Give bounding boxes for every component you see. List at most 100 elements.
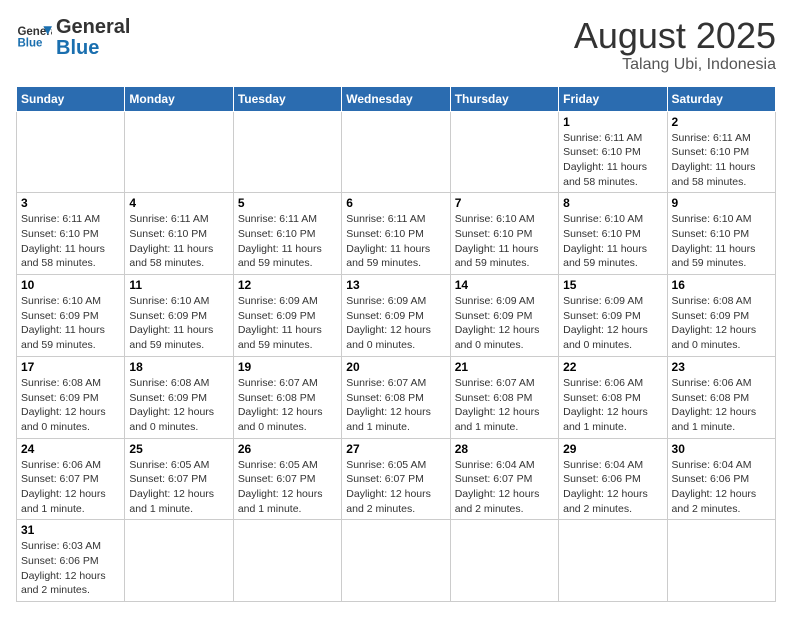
day-number: 26 (238, 442, 337, 456)
calendar-cell: 7 Sunrise: 6:10 AMSunset: 6:10 PMDaylight… (450, 193, 558, 275)
day-info: Sunrise: 6:08 AMSunset: 6:09 PMDaylight:… (129, 376, 228, 435)
calendar-cell: 1 Sunrise: 6:11 AMSunset: 6:10 PMDaylight… (559, 111, 667, 193)
calendar-cell (450, 111, 558, 193)
day-number: 11 (129, 278, 228, 292)
calendar-cell (125, 520, 233, 602)
logo-blue: Blue (56, 38, 130, 58)
day-info: Sunrise: 6:10 AMSunset: 6:10 PMDaylight:… (672, 212, 771, 271)
day-number: 19 (238, 360, 337, 374)
day-info: Sunrise: 6:09 AMSunset: 6:09 PMDaylight:… (346, 294, 445, 353)
logo: General Blue General Blue (16, 16, 130, 58)
calendar-cell: 29Sunrise: 6:04 AMSunset: 6:06 PMDayligh… (559, 438, 667, 520)
day-info: Sunrise: 6:06 AMSunset: 6:08 PMDaylight:… (672, 376, 771, 435)
logo-general: General (56, 16, 130, 38)
calendar-cell: 19Sunrise: 6:07 AMSunset: 6:08 PMDayligh… (233, 356, 341, 438)
day-number: 31 (21, 523, 120, 537)
weekday-header-row: SundayMondayTuesdayWednesdayThursdayFrid… (17, 86, 776, 111)
day-info: Sunrise: 6:09 AMSunset: 6:09 PMDaylight:… (563, 294, 662, 353)
calendar-body: 1 Sunrise: 6:11 AMSunset: 6:10 PMDaylight… (17, 111, 776, 602)
calendar-cell: 15 Sunrise: 6:09 AMSunset: 6:09 PMDayligh… (559, 275, 667, 357)
day-info: Sunrise: 6:11 AMSunset: 6:10 PMDaylight:… (21, 212, 120, 271)
day-info: Sunrise: 6:11 AMSunset: 6:10 PMDaylight:… (238, 212, 337, 271)
calendar-cell: 3 Sunrise: 6:11 AMSunset: 6:10 PMDaylight… (17, 193, 125, 275)
calendar-cell (233, 520, 341, 602)
day-info: Sunrise: 6:03 AMSunset: 6:06 PMDaylight:… (21, 539, 120, 598)
day-number: 9 (672, 196, 771, 210)
day-number: 18 (129, 360, 228, 374)
calendar-week-row: 3 Sunrise: 6:11 AMSunset: 6:10 PMDaylight… (17, 193, 776, 275)
day-info: Sunrise: 6:11 AMSunset: 6:10 PMDaylight:… (129, 212, 228, 271)
day-info: Sunrise: 6:11 AMSunset: 6:10 PMDaylight:… (563, 131, 662, 190)
calendar-cell: 6Sunrise: 6:11 AMSunset: 6:10 PMDaylight… (342, 193, 450, 275)
title-area: August 2025 Talang Ubi, Indonesia (574, 16, 776, 74)
weekday-header-sunday: Sunday (17, 86, 125, 111)
day-number: 4 (129, 196, 228, 210)
calendar-week-row: 24Sunrise: 6:06 AMSunset: 6:07 PMDayligh… (17, 438, 776, 520)
calendar-cell: 23Sunrise: 6:06 AMSunset: 6:08 PMDayligh… (667, 356, 775, 438)
calendar-cell: 2Sunrise: 6:11 AMSunset: 6:10 PMDaylight… (667, 111, 775, 193)
day-info: Sunrise: 6:05 AMSunset: 6:07 PMDaylight:… (129, 458, 228, 517)
calendar-cell: 9 Sunrise: 6:10 AMSunset: 6:10 PMDaylight… (667, 193, 775, 275)
day-number: 7 (455, 196, 554, 210)
location-subtitle: Talang Ubi, Indonesia (574, 56, 776, 74)
calendar-cell: 14Sunrise: 6:09 AMSunset: 6:09 PMDayligh… (450, 275, 558, 357)
day-number: 1 (563, 115, 662, 129)
calendar-cell: 27Sunrise: 6:05 AMSunset: 6:07 PMDayligh… (342, 438, 450, 520)
day-number: 16 (672, 278, 771, 292)
day-number: 3 (21, 196, 120, 210)
calendar-week-row: 10 Sunrise: 6:10 AMSunset: 6:09 PMDayligh… (17, 275, 776, 357)
svg-text:Blue: Blue (17, 37, 43, 49)
day-info: Sunrise: 6:04 AMSunset: 6:06 PMDaylight:… (672, 458, 771, 517)
calendar-cell: 26 Sunrise: 6:05 AMSunset: 6:07 PMDayligh… (233, 438, 341, 520)
calendar-cell (17, 111, 125, 193)
day-number: 29 (563, 442, 662, 456)
day-info: Sunrise: 6:09 AMSunset: 6:09 PMDaylight:… (238, 294, 337, 353)
calendar-cell: 20 Sunrise: 6:07 AMSunset: 6:08 PMDayligh… (342, 356, 450, 438)
day-info: Sunrise: 6:07 AMSunset: 6:08 PMDaylight:… (455, 376, 554, 435)
calendar-week-row: 17 Sunrise: 6:08 AMSunset: 6:09 PMDayligh… (17, 356, 776, 438)
day-info: Sunrise: 6:05 AMSunset: 6:07 PMDaylight:… (346, 458, 445, 517)
day-number: 14 (455, 278, 554, 292)
day-info: Sunrise: 6:10 AMSunset: 6:10 PMDaylight:… (455, 212, 554, 271)
day-number: 21 (455, 360, 554, 374)
calendar-cell (233, 111, 341, 193)
day-info: Sunrise: 6:07 AMSunset: 6:08 PMDaylight:… (346, 376, 445, 435)
calendar-cell: 16 Sunrise: 6:08 AMSunset: 6:09 PMDayligh… (667, 275, 775, 357)
calendar-cell (559, 520, 667, 602)
day-number: 25 (129, 442, 228, 456)
day-number: 30 (672, 442, 771, 456)
calendar-cell: 13Sunrise: 6:09 AMSunset: 6:09 PMDayligh… (342, 275, 450, 357)
day-number: 12 (238, 278, 337, 292)
calendar-cell (342, 520, 450, 602)
day-number: 22 (563, 360, 662, 374)
calendar-week-row: 1 Sunrise: 6:11 AMSunset: 6:10 PMDaylight… (17, 111, 776, 193)
calendar-cell: 22 Sunrise: 6:06 AMSunset: 6:08 PMDayligh… (559, 356, 667, 438)
day-number: 15 (563, 278, 662, 292)
month-year-title: August 2025 (574, 16, 776, 56)
day-info: Sunrise: 6:10 AMSunset: 6:10 PMDaylight:… (563, 212, 662, 271)
day-info: Sunrise: 6:08 AMSunset: 6:09 PMDaylight:… (672, 294, 771, 353)
day-number: 28 (455, 442, 554, 456)
weekday-header-saturday: Saturday (667, 86, 775, 111)
weekday-header-wednesday: Wednesday (342, 86, 450, 111)
calendar-cell: 17Sunrise: 6:08 AMSunset: 6:09 PMDayligh… (17, 356, 125, 438)
day-number: 8 (563, 196, 662, 210)
calendar-table: SundayMondayTuesdayWednesdayThursdayFrid… (16, 86, 776, 603)
day-info: Sunrise: 6:10 AMSunset: 6:09 PMDaylight:… (21, 294, 120, 353)
day-number: 10 (21, 278, 120, 292)
calendar-cell: 24Sunrise: 6:06 AMSunset: 6:07 PMDayligh… (17, 438, 125, 520)
calendar-cell (667, 520, 775, 602)
calendar-header: SundayMondayTuesdayWednesdayThursdayFrid… (17, 86, 776, 111)
day-info: Sunrise: 6:05 AMSunset: 6:07 PMDaylight:… (238, 458, 337, 517)
weekday-header-friday: Friday (559, 86, 667, 111)
day-info: Sunrise: 6:11 AMSunset: 6:10 PMDaylight:… (672, 131, 771, 190)
weekday-header-thursday: Thursday (450, 86, 558, 111)
day-info: Sunrise: 6:06 AMSunset: 6:08 PMDaylight:… (563, 376, 662, 435)
day-info: Sunrise: 6:11 AMSunset: 6:10 PMDaylight:… (346, 212, 445, 271)
calendar-cell: 30 Sunrise: 6:04 AMSunset: 6:06 PMDayligh… (667, 438, 775, 520)
day-number: 17 (21, 360, 120, 374)
calendar-cell (342, 111, 450, 193)
calendar-cell: 10 Sunrise: 6:10 AMSunset: 6:09 PMDayligh… (17, 275, 125, 357)
day-info: Sunrise: 6:10 AMSunset: 6:09 PMDaylight:… (129, 294, 228, 353)
day-number: 20 (346, 360, 445, 374)
